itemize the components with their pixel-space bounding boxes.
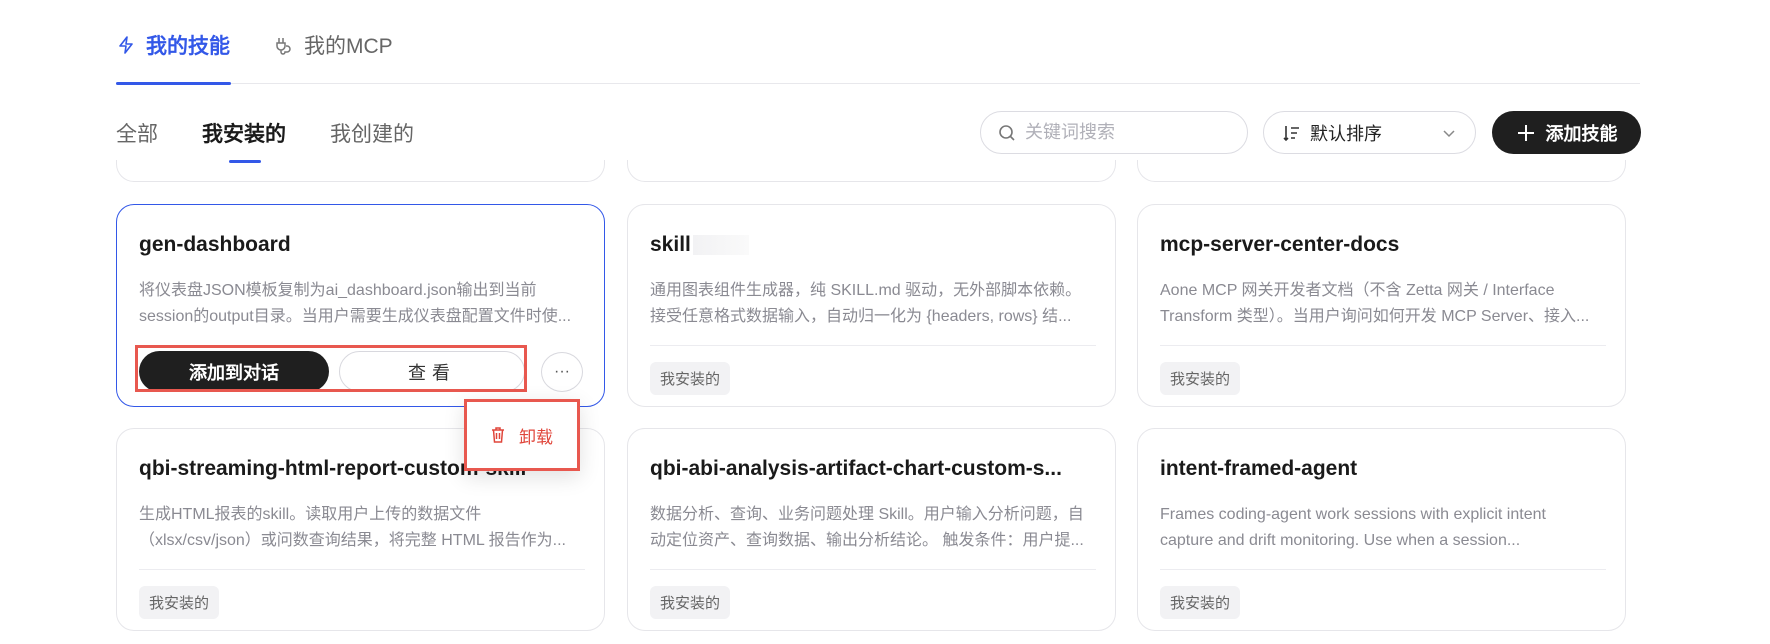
uninstall-menu-item[interactable]: 卸载 — [464, 399, 580, 471]
card-title: skill — [650, 233, 1096, 257]
chevron-down-icon — [1443, 129, 1455, 137]
card-title-text: skill — [650, 233, 691, 256]
divider — [1160, 345, 1606, 346]
desc-line: session的output目录。当用户需要生成仪表盘配置文件时使... — [139, 308, 572, 325]
add-skill-label: 添加技能 — [1545, 123, 1618, 144]
card-description: 生成HTML报表的skill。读取用户上传的数据文件 （xlsx/csv/jso… — [139, 502, 585, 554]
redacted-text — [692, 235, 749, 256]
card-description: Aone MCP 网关开发者文档（不含 Zetta 网关 / Interface… — [1160, 278, 1606, 330]
more-options-button[interactable]: ··· — [541, 352, 583, 392]
card-title: mcp-server-center-docs — [1160, 233, 1400, 256]
status-badge: 我安装的 — [650, 362, 731, 395]
card-description: Frames coding-agent work sessions with e… — [1160, 502, 1606, 554]
sort-label: 默认排序 — [1310, 123, 1382, 144]
lightning-icon — [119, 36, 133, 54]
desc-line: （xlsx/csv/json）或问数查询结果，将完整 HTML 报告作为... — [139, 532, 566, 549]
desc-line: Transform 类型）。当用户询问如何开发 MCP Server、接入... — [1160, 308, 1590, 325]
divider — [650, 569, 1096, 570]
status-badge: 我安装的 — [1160, 362, 1241, 395]
skill-card[interactable]: qbi-abi-analysis-artifact-chart-custom-s… — [627, 428, 1116, 631]
card-title: qbi-abi-analysis-artifact-chart-custom-s… — [650, 457, 1062, 480]
desc-line: 生成HTML报表的skill。读取用户上传的数据文件 — [139, 506, 482, 523]
tab-my-skills[interactable]: 我的技能 — [116, 30, 230, 60]
card-description: 将仪表盘JSON模板复制为ai_dashboard.json输出到当前 sess… — [139, 278, 585, 330]
card-description: 通用图表组件生成器，纯 SKILL.md 驱动，无外部脚本依赖。 接受任意格式数… — [650, 278, 1096, 330]
search-box — [980, 111, 1248, 154]
divider — [139, 569, 585, 570]
desc-line: capture and drift monitoring. Use when a… — [1160, 532, 1521, 549]
trash-icon — [492, 427, 504, 443]
tab-label: 我的MCP — [304, 35, 393, 58]
desc-line: 将仪表盘JSON模板复制为ai_dashboard.json输出到当前 — [139, 282, 537, 299]
skill-card[interactable]: skill 通用图表组件生成器，纯 SKILL.md 驱动，无外部脚本依赖。 接… — [627, 204, 1116, 407]
search-input[interactable] — [1025, 122, 1225, 143]
desc-line: 动定位资产、查询数据、输出分析结论。 触发条件：用户提... — [650, 532, 1084, 549]
plus-icon — [1517, 124, 1534, 141]
card-peek — [116, 160, 605, 182]
plug-icon — [276, 38, 291, 55]
desc-line: Aone MCP 网关开发者文档（不含 Zetta 网关 / Interface — [1160, 282, 1555, 299]
add-skill-button[interactable]: 添加技能 — [1492, 111, 1641, 154]
tab-my-mcp[interactable]: 我的MCP — [274, 30, 393, 60]
divider — [1160, 569, 1606, 570]
sort-icon — [1283, 125, 1299, 141]
search-icon — [999, 124, 1015, 141]
card-peek — [1137, 160, 1626, 182]
status-badge: 我安装的 — [1160, 586, 1241, 619]
desc-line: 接受任意格式数据输入，自动归一化为 {headers, rows} 结... — [650, 308, 1072, 325]
filter-tabs: 全部 我安装的 我创建的 — [116, 118, 414, 163]
tab-all[interactable]: 全部 — [116, 118, 158, 148]
highlight-box — [135, 345, 527, 392]
desc-line: Frames coding-agent work sessions with e… — [1160, 506, 1546, 523]
skill-card[interactable]: intent-framed-agent Frames coding-agent … — [1137, 428, 1626, 631]
card-title: intent-framed-agent — [1160, 457, 1358, 480]
active-tab-indicator — [116, 82, 231, 85]
uninstall-label: 卸载 — [519, 427, 553, 447]
skill-card[interactable]: mcp-server-center-docs Aone MCP 网关开发者文档（… — [1137, 204, 1626, 407]
sort-select[interactable]: 默认排序 — [1263, 111, 1476, 154]
desc-line: 通用图表组件生成器，纯 SKILL.md 驱动，无外部脚本依赖。 — [650, 282, 1082, 299]
tab-created[interactable]: 我创建的 — [330, 118, 414, 148]
card-title: gen-dashboard — [139, 233, 291, 256]
divider — [650, 345, 1096, 346]
status-badge: 我安装的 — [139, 586, 220, 619]
top-tab-bar: 我的技能 我的MCP — [116, 0, 1640, 85]
card-peek — [627, 160, 1116, 182]
desc-line: 数据分析、查询、业务问题处理 Skill。用户输入分析问题，自 — [650, 506, 1084, 523]
tab-installed[interactable]: 我安装的 — [202, 118, 286, 163]
status-badge: 我安装的 — [650, 586, 731, 619]
tab-label: 我的技能 — [146, 35, 230, 58]
card-description: 数据分析、查询、业务问题处理 Skill。用户输入分析问题，自 动定位资产、查询… — [650, 502, 1096, 554]
